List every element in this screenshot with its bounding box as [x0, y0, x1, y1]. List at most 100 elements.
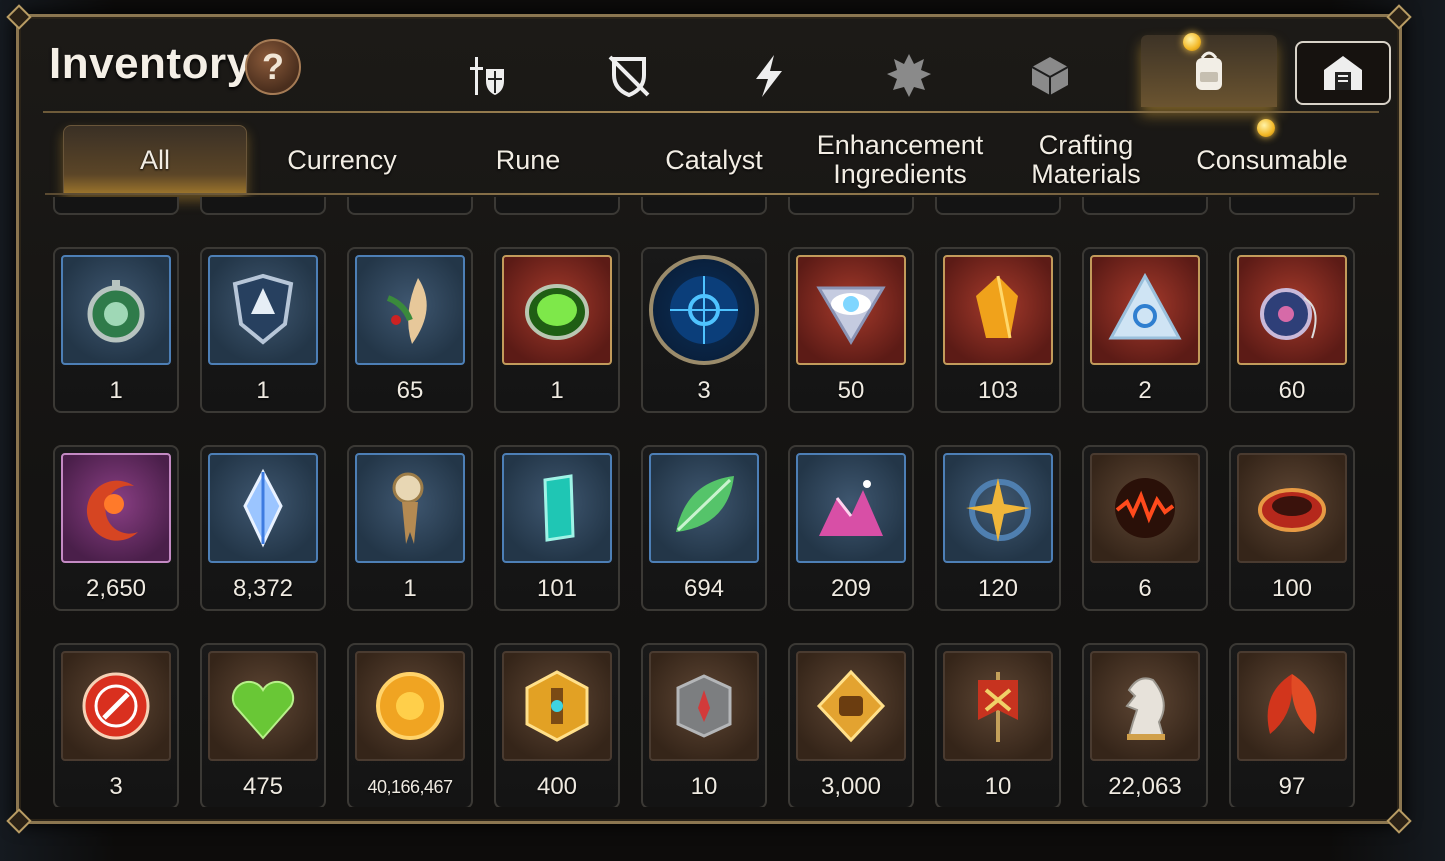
item-slot[interactable]: 3 — [641, 247, 767, 413]
item-slot[interactable]: 120 — [935, 445, 1061, 611]
item-count: 3 — [697, 377, 711, 404]
item-slot[interactable]: 2 — [1082, 247, 1208, 413]
tab-label: Enhancement Ingredients — [816, 130, 984, 189]
item-slot[interactable]: 1 — [200, 247, 326, 413]
tab-label: Rune — [495, 144, 561, 175]
item-frame — [1237, 255, 1347, 365]
item-slot[interactable]: 65 — [347, 247, 473, 413]
tab-consumable[interactable]: Consumable — [1179, 125, 1365, 195]
item-count: 97 — [1278, 773, 1306, 800]
backpack-icon — [1196, 51, 1222, 90]
category-bar — [429, 35, 1391, 111]
item-frame — [796, 453, 906, 563]
item-slot[interactable]: 100 — [1229, 445, 1355, 611]
item-count: 100 — [1271, 575, 1313, 602]
tab-catalyst[interactable]: Catalyst — [621, 125, 807, 195]
item-slot[interactable]: 8,372 — [200, 445, 326, 611]
item-frame — [649, 651, 759, 761]
notification-dot — [1257, 119, 1275, 137]
item-frame — [61, 255, 171, 365]
tab-enhancement-ingredients[interactable]: Enhancement Ingredients — [807, 125, 993, 195]
item-count: 2 — [1138, 377, 1152, 404]
item-slot[interactable]: 400 — [494, 643, 620, 807]
red-leaves-icon — [1267, 674, 1317, 734]
item-count: 475 — [242, 773, 284, 800]
category-backpack[interactable] — [1141, 35, 1277, 107]
notification-dot — [1183, 33, 1201, 51]
item-slot[interactable]: 209 — [788, 445, 914, 611]
tab-all[interactable]: All — [63, 125, 247, 195]
item-frame — [943, 255, 1053, 365]
item-slot[interactable]: 1 — [53, 247, 179, 413]
item-slot-clipped[interactable] — [1082, 197, 1208, 215]
item-slot[interactable]: 475 — [200, 643, 326, 807]
lava-orb-icon — [1115, 478, 1175, 538]
category-dice[interactable] — [989, 41, 1109, 111]
item-slot-clipped[interactable] — [494, 197, 620, 215]
item-slot[interactable]: 694 — [641, 445, 767, 611]
item-slot[interactable]: 103 — [935, 247, 1061, 413]
help-button[interactable]: ? — [245, 39, 301, 95]
item-slot[interactable]: 3 — [53, 643, 179, 807]
item-slot-clipped[interactable] — [641, 197, 767, 215]
item-count: 10 — [690, 773, 718, 800]
item-slot[interactable]: 1 — [347, 445, 473, 611]
tab-crafting-materials[interactable]: Crafting Materials — [993, 125, 1179, 195]
item-slot[interactable]: 1 — [494, 247, 620, 413]
item-slot-clipped[interactable] — [1229, 197, 1355, 215]
item-frame — [61, 453, 171, 563]
category-skill[interactable] — [709, 41, 829, 111]
item-slot-clipped[interactable] — [200, 197, 326, 215]
item-grid: 1 1 65 1 3 50 103 2 60 2,650 8,372 1 101 694 209 120 6 10… — [49, 197, 1369, 807]
item-slot-clipped[interactable] — [53, 197, 179, 215]
item-slot[interactable]: 22,063 — [1082, 643, 1208, 807]
item-slot-clipped[interactable] — [935, 197, 1061, 215]
tab-label: Consumable — [1196, 144, 1348, 175]
item-slot-clipped[interactable] — [347, 197, 473, 215]
item-frame — [943, 453, 1053, 563]
item-slot-clipped[interactable] — [788, 197, 914, 215]
item-frame — [1090, 453, 1200, 563]
item-frame — [355, 255, 465, 365]
item-frame — [355, 651, 465, 761]
item-count: 101 — [536, 575, 578, 602]
item-slot[interactable]: 2,650 — [53, 445, 179, 611]
item-slot[interactable]: 60 — [1229, 247, 1355, 413]
stopwatch-icon — [87, 280, 145, 343]
item-frame — [61, 651, 171, 761]
item-slot[interactable]: 50 — [788, 247, 914, 413]
item-frame — [355, 453, 465, 563]
item-frame — [649, 453, 759, 563]
category-storage[interactable] — [1295, 41, 1391, 105]
item-frame — [208, 651, 318, 761]
item-frame — [208, 453, 318, 563]
item-slot[interactable]: 6 — [1082, 445, 1208, 611]
red-bracelet-icon — [1258, 488, 1326, 532]
item-slot[interactable]: 40,166,467 — [347, 643, 473, 807]
tab-currency[interactable]: Currency — [249, 125, 435, 195]
item-slot[interactable]: 3,000 — [788, 643, 914, 807]
category-equipment[interactable] — [429, 41, 549, 111]
item-slot[interactable]: 10 — [935, 643, 1061, 807]
item-count: 8,372 — [232, 575, 294, 602]
artifact-icon — [608, 55, 650, 98]
item-count: 65 — [396, 377, 424, 404]
yoyo-charm-icon — [1260, 288, 1317, 340]
category-summon[interactable] — [849, 41, 969, 111]
storage-icon — [1324, 56, 1362, 90]
item-slot[interactable]: 101 — [494, 445, 620, 611]
item-slot[interactable]: 97 — [1229, 643, 1355, 807]
pink-crystal-pile-icon — [819, 480, 883, 536]
item-frame — [649, 255, 759, 365]
item-slot[interactable]: 10 — [641, 643, 767, 807]
tab-label: Crafting Materials — [1031, 130, 1141, 189]
dice-icon — [1031, 57, 1069, 95]
tab-rune[interactable]: Rune — [435, 125, 621, 195]
tab-label: Currency — [287, 144, 397, 175]
item-count: 1 — [550, 377, 564, 404]
item-count: 1 — [256, 377, 270, 404]
item-count: 60 — [1278, 377, 1306, 404]
category-artifact[interactable] — [569, 41, 689, 111]
page-title: Inventory — [49, 39, 252, 88]
green-heart-icon — [231, 680, 295, 740]
